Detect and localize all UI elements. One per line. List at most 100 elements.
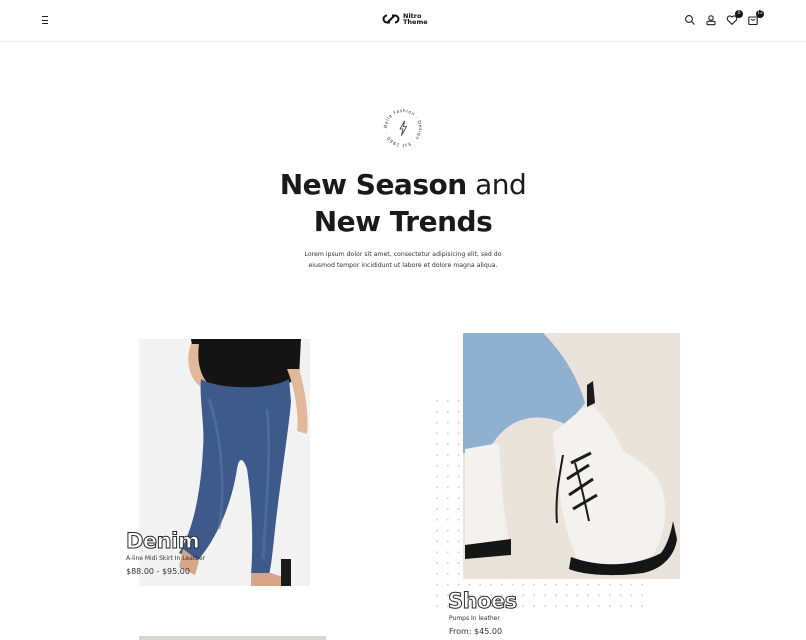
grid-dot <box>457 529 460 532</box>
grid-dot <box>446 497 449 500</box>
product-name-denim[interactable]: Denim <box>125 530 200 553</box>
grid-dot <box>446 562 449 564</box>
grid-dot <box>436 508 438 510</box>
grid-dot <box>587 605 590 608</box>
hero-title: New Season and New Trends <box>0 166 806 240</box>
grid-dot <box>457 410 460 413</box>
grid-dot <box>630 594 633 597</box>
grid-dot <box>436 572 438 575</box>
grid-dot <box>457 475 460 478</box>
grid-dot <box>436 605 438 608</box>
grid-dot <box>446 443 449 446</box>
grid-dot <box>457 583 460 586</box>
grid-dot <box>436 551 438 554</box>
grid-dot <box>446 508 449 510</box>
grid-dot <box>457 421 460 424</box>
grid-dot <box>598 605 600 608</box>
grid-dot <box>446 475 449 478</box>
next-product-image-partial[interactable] <box>139 636 326 640</box>
account-icon[interactable] <box>705 14 717 26</box>
grid-dot <box>446 432 449 435</box>
grid-dot <box>457 497 460 500</box>
wishlist-icon[interactable]: 0 <box>726 10 743 26</box>
hero-title-bold-1: New Season <box>279 168 467 201</box>
product-price-denim: $88.00 - $95.00 <box>126 567 190 576</box>
grid-dot <box>457 518 460 521</box>
product-image-shoes[interactable] <box>463 333 680 579</box>
shoes-model-illustration <box>463 333 680 579</box>
grid-dot <box>436 464 438 467</box>
grid-dot <box>619 583 622 586</box>
search-icon[interactable] <box>684 14 696 26</box>
grid-dot <box>608 594 611 597</box>
grid-dot <box>587 594 590 597</box>
grid-dot <box>446 421 449 424</box>
grid-dot <box>446 454 449 456</box>
grid-dot <box>457 443 460 446</box>
grid-dot <box>457 464 460 467</box>
grid-dot <box>436 497 438 500</box>
grid-dot <box>554 605 557 608</box>
grid-dot <box>490 583 492 586</box>
grid-dot <box>522 583 525 586</box>
header-actions: 0 12 <box>684 10 764 26</box>
grid-dot <box>457 508 460 510</box>
cart-count-badge: 12 <box>756 10 764 18</box>
grid-dot <box>468 583 471 586</box>
grid-dot <box>457 562 460 564</box>
stamp-ring-text: Belle Fashion · Design · Est 1960 · <box>383 108 422 148</box>
hero-title-normal: and <box>466 168 527 201</box>
grid-dot <box>619 605 622 608</box>
cart-icon[interactable]: 12 <box>747 10 764 26</box>
grid-dot <box>533 605 536 608</box>
product-subtitle-shoes: Pumps In leather <box>449 615 500 622</box>
site-logo[interactable]: Nitro Theme <box>382 12 428 26</box>
menu-icon[interactable] <box>40 14 52 26</box>
grid-dot <box>457 572 460 575</box>
grid-dot <box>436 583 438 586</box>
grid-dot <box>641 605 644 608</box>
grid-dot <box>576 605 579 608</box>
grid-dot <box>446 400 449 402</box>
grid-dot <box>630 605 633 608</box>
grid-dot <box>554 594 557 597</box>
grid-dot <box>500 583 503 586</box>
grid-dot <box>479 583 482 586</box>
svg-text:Belle Fashion · Design · Est 1: Belle Fashion · Design · Est 1960 · <box>383 108 423 148</box>
grid-dot <box>436 562 438 564</box>
grid-dot <box>436 400 438 402</box>
grid-dot <box>457 540 460 543</box>
brand-stamp: Belle Fashion · Design · Est 1960 · <box>383 108 423 148</box>
grid-dot <box>457 551 460 554</box>
grid-dot <box>522 594 525 597</box>
grid-dot <box>608 583 611 586</box>
grid-dot <box>608 605 611 608</box>
grid-dot <box>598 583 600 586</box>
grid-dot <box>446 410 449 413</box>
grid-dot <box>436 432 438 435</box>
grid-dot <box>457 400 460 402</box>
product-subtitle-denim: A-line Midi Skirt In Leather <box>126 555 206 562</box>
grid-dot <box>533 594 536 597</box>
grid-dot <box>641 583 644 586</box>
product-name-shoes[interactable]: Shoes <box>448 590 518 613</box>
grid-dot <box>522 605 525 608</box>
grid-dot <box>457 432 460 435</box>
wishlist-count-badge: 0 <box>735 10 743 18</box>
site-header: Nitro Theme 0 12 <box>0 0 806 42</box>
hero-description: Lorem ipsum dolor sit amet, consectetur … <box>304 251 502 269</box>
grid-dot <box>446 486 449 489</box>
grid-dot <box>565 594 568 597</box>
grid-dot <box>436 594 438 597</box>
grid-dot <box>446 551 449 554</box>
grid-dot <box>576 594 579 597</box>
lightning-icon <box>399 120 407 136</box>
grid-dot <box>533 583 536 586</box>
grid-dot <box>436 443 438 446</box>
grid-dot <box>436 475 438 478</box>
grid-dot <box>587 583 590 586</box>
grid-dot <box>436 410 438 413</box>
grid-dot <box>565 583 568 586</box>
grid-dot <box>457 486 460 489</box>
grid-dot <box>511 583 514 586</box>
